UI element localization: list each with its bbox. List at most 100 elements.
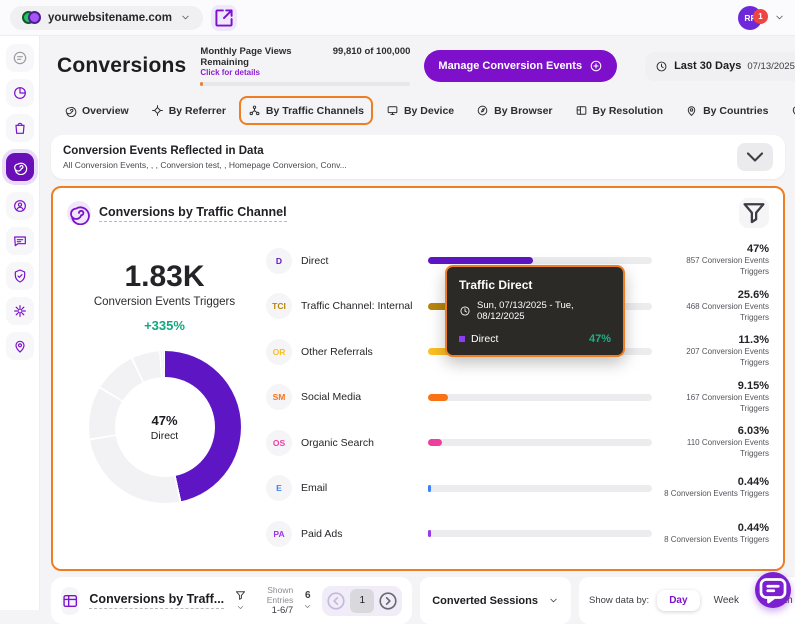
channel-badge: E	[266, 475, 292, 501]
current-page[interactable]: 1	[350, 589, 374, 613]
tab-by-resolution[interactable]: By Resolution	[566, 96, 673, 125]
banner-title: Conversion Events Reflected in Data	[63, 145, 347, 157]
donut-center-percent: 47%	[151, 413, 177, 428]
channel-badge: D	[266, 248, 292, 274]
shopping-bag-icon	[12, 120, 28, 136]
sidebar-item-conversions-spiral[interactable]	[6, 153, 34, 181]
table-filter-button[interactable]	[234, 589, 247, 612]
shield-check-icon	[12, 268, 28, 284]
metric-dropdown[interactable]: Converted Sessions	[420, 577, 571, 624]
traffic-nodes-icon	[248, 104, 261, 117]
chart-title[interactable]: Conversions by Traffic Channel	[99, 205, 287, 222]
channel-bar	[428, 530, 652, 537]
channel-label: Email	[301, 482, 419, 494]
topbar: yourwebsitename.com RF 1	[0, 0, 795, 36]
channel-stats: 6.03% 110 Conversion Events Triggers	[661, 425, 769, 460]
channel-label: Other Referrals	[301, 346, 419, 358]
summary-column: 1.83K Conversion Events Triggers +335% 4…	[67, 234, 262, 557]
next-page-button[interactable]	[377, 590, 399, 612]
chart-icon	[67, 201, 91, 225]
sidebar-item-gear[interactable]	[6, 297, 34, 325]
tab-by-traffic-channels[interactable]: By Traffic Channels	[239, 96, 373, 125]
sidebar-item-chat[interactable]	[6, 227, 34, 255]
website-selector[interactable]: yourwebsitename.com	[10, 6, 203, 30]
granularity-day[interactable]: Day	[657, 590, 699, 611]
funnel-icon	[234, 589, 247, 602]
channel-badge: TCI	[266, 293, 292, 319]
tab-by-browser[interactable]: By Browser	[467, 96, 561, 125]
sidebar-item-map-pin[interactable]	[6, 332, 34, 360]
pageviews-details-link[interactable]: Click for details	[200, 68, 326, 77]
page-size-selector[interactable]: 6	[303, 590, 312, 611]
series-color-dot	[459, 336, 465, 342]
tab-by-referrer[interactable]: By Referrer	[142, 96, 235, 125]
sidebar-item-pie-chart[interactable]	[6, 79, 34, 107]
channel-row[interactable]: E Email 0.44% 8 Conversion Events Trigge…	[266, 466, 769, 512]
sidebar-item-shopping-bag[interactable]	[6, 114, 34, 142]
sidebar-item-audience-target[interactable]	[6, 192, 34, 220]
open-site-button[interactable]	[211, 5, 237, 31]
granularity-week[interactable]: Week	[702, 590, 751, 611]
map-pin-icon	[790, 104, 795, 117]
prev-page-button[interactable]	[325, 590, 347, 612]
tab-by-device[interactable]: By Device	[377, 96, 463, 125]
page-title: Conversions	[57, 54, 186, 78]
banner-expand-button[interactable]	[737, 143, 773, 171]
site-favicon	[22, 11, 40, 25]
channel-label: Traffic Channel: Internal	[301, 300, 419, 312]
table-icon	[61, 587, 79, 615]
clock-icon	[459, 305, 471, 317]
channel-row[interactable]: PA Paid Ads 0.44% 8 Conversion Events Tr…	[266, 511, 769, 557]
tab-overview[interactable]: Overview	[55, 96, 138, 125]
gear-icon	[12, 303, 28, 319]
change-percent: +335%	[67, 318, 262, 333]
main-content: Conversions Monthly Page Views Remaining…	[41, 36, 795, 610]
table-controls: Conversions by Traff... Shown Entries 1-…	[51, 577, 412, 624]
chart-filter-button[interactable]	[739, 198, 769, 228]
channel-bar	[428, 485, 652, 492]
sidebar	[0, 36, 40, 610]
device-monitor-icon	[386, 104, 399, 117]
overview-spiral-icon	[64, 104, 77, 117]
total-triggers-label: Conversion Events Triggers	[67, 296, 262, 308]
tab-by-countries[interactable]: By Countries	[676, 96, 777, 125]
channel-stats: 25.6% 468 Conversion Events Triggers	[661, 289, 769, 324]
user-menu[interactable]: RF 1	[738, 6, 768, 30]
donut-chart[interactable]: 47% Direct	[89, 351, 241, 503]
banner-subtitle: All Conversion Events, , , Conversion te…	[63, 160, 347, 170]
date-range-value: 07/13/2025 - 08/12/2025	[747, 61, 795, 72]
shown-entries: Shown Entries 1-6/7	[257, 585, 293, 616]
pagination: 1	[322, 586, 402, 616]
sidebar-item-shield-check[interactable]	[6, 262, 34, 290]
chevron-down-icon	[180, 12, 191, 23]
chevron-down-icon[interactable]	[774, 12, 785, 23]
channel-row[interactable]: OS Organic Search 6.03% 110 Conversion E…	[266, 420, 769, 466]
channel-bar	[428, 439, 652, 446]
channel-badge: OR	[266, 339, 292, 365]
channel-label: Direct	[301, 255, 419, 267]
channel-stats: 9.15% 167 Conversion Events Triggers	[661, 380, 769, 415]
tooltip-series-name: Direct	[471, 333, 498, 345]
referrer-diamond-icon	[151, 104, 164, 117]
tab-by-cities[interactable]: By Cities	[781, 96, 795, 125]
page-header: Conversions Monthly Page Views Remaining…	[41, 36, 795, 90]
notification-badge: 1	[753, 9, 768, 24]
channel-stats: 0.44% 8 Conversion Events Triggers	[661, 522, 769, 546]
pageviews-remaining: Monthly Page Views Remaining Click for d…	[200, 46, 410, 86]
date-range-selector[interactable]: Last 30 Days 07/13/2025 - 08/12/2025	[645, 52, 795, 81]
menu-collapse-icon	[12, 50, 28, 66]
map-pin-icon	[12, 338, 28, 354]
pageviews-label: Monthly Page Views Remaining	[200, 46, 326, 68]
chat-widget-button[interactable]	[755, 572, 791, 608]
donut-center-label: Direct	[151, 430, 178, 442]
channel-label: Organic Search	[301, 437, 419, 449]
table-title[interactable]: Conversions by Traff...	[89, 592, 224, 609]
chat-icon	[12, 233, 28, 249]
tooltip-series-value: 47%	[589, 333, 611, 345]
channel-stats: 47% 857 Conversion Events Triggers	[661, 243, 769, 278]
total-triggers: 1.83K	[67, 260, 262, 294]
manage-conversion-events-button[interactable]: Manage Conversion Events	[424, 50, 617, 82]
sidebar-item-menu-collapse[interactable]	[6, 44, 34, 72]
channel-row[interactable]: SM Social Media 9.15% 167 Conversion Eve…	[266, 375, 769, 421]
channel-stats: 0.44% 8 Conversion Events Triggers	[661, 476, 769, 500]
